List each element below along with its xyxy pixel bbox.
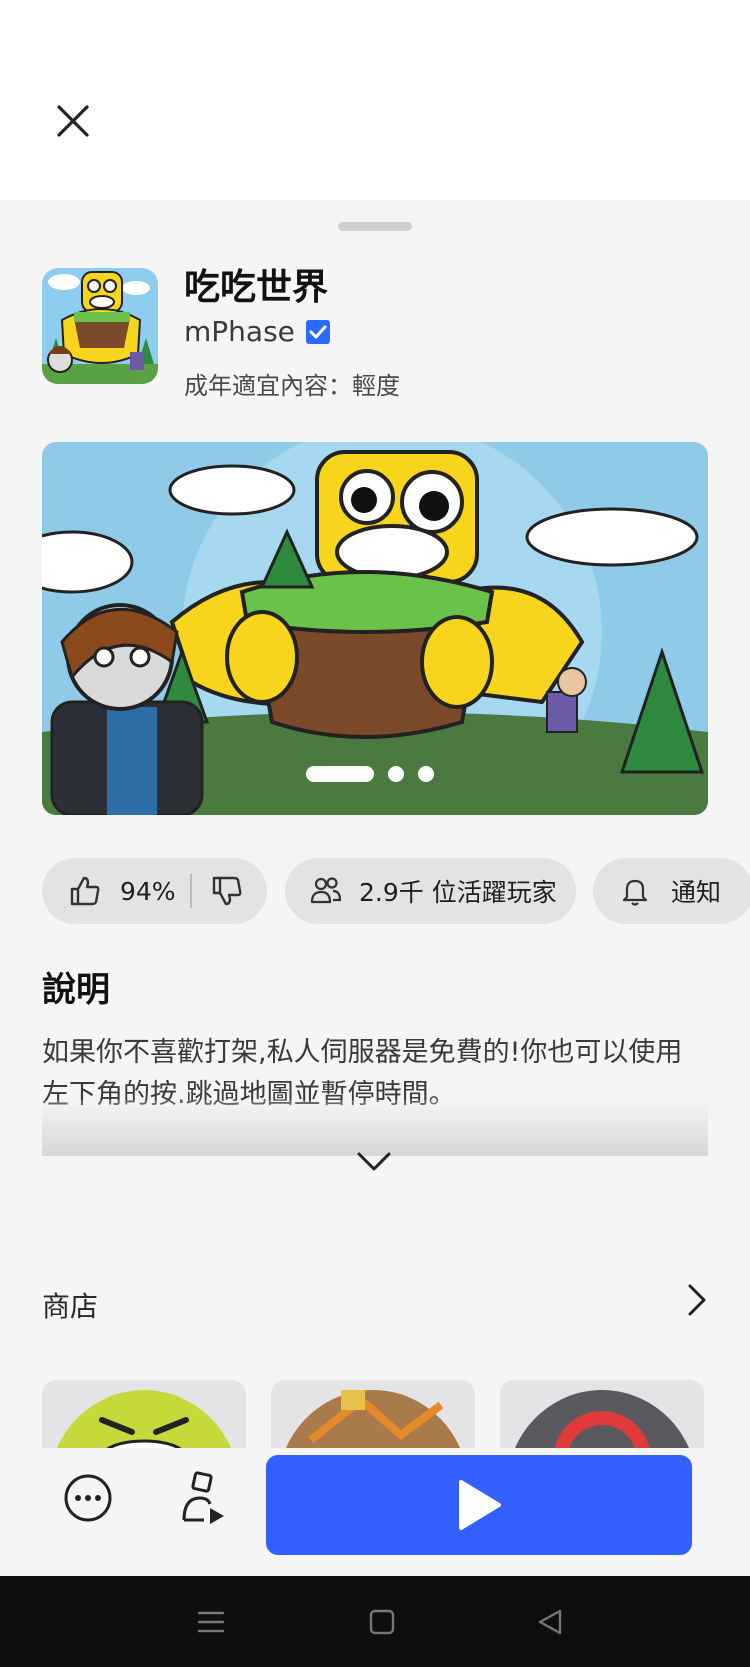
play-button[interactable] [266,1455,692,1555]
content-rating: 成年適宜內容：輕度 [184,372,400,400]
menu-icon[interactable] [193,1604,229,1640]
chevron-down-icon[interactable] [356,1150,392,1174]
close-button[interactable] [48,96,98,146]
store-item-thumbnail[interactable] [500,1380,704,1450]
more-options-icon[interactable] [62,1472,114,1524]
notify-button[interactable]: 通知 [593,858,750,924]
approval-percent: 94% [120,876,176,906]
description-heading: 說明 [42,970,110,1010]
carousel-indicator[interactable] [306,766,434,782]
store-item-thumbnail[interactable] [42,1380,246,1450]
chevron-right-icon[interactable] [684,1283,710,1317]
store-item-thumbnail[interactable] [271,1380,475,1450]
thumbs-up-icon[interactable] [68,874,102,908]
verified-badge-icon [305,319,330,344]
notify-label: 通知 [671,878,722,907]
carousel-image [42,442,708,815]
developer-row[interactable]: mPhase [184,315,331,348]
game-title: 吃吃世界 [184,267,329,308]
active-players-pill: 2.9千 位活躍玩家 [285,858,576,924]
developer-name[interactable]: mPhase [184,315,295,348]
play-icon [459,1480,501,1530]
users-icon [310,877,342,904]
top-bar [0,0,750,200]
screenshot-carousel[interactable] [42,442,708,815]
game-icon [42,268,158,384]
home-icon[interactable] [364,1604,400,1640]
vote-pill: 94% [42,858,267,924]
carousel-dot[interactable] [418,766,434,782]
avatar-play-icon[interactable] [180,1470,228,1526]
vote-divider [189,874,192,908]
back-icon[interactable] [533,1604,569,1640]
carousel-dot-active[interactable] [306,766,374,782]
description-fade [42,1100,708,1156]
thumbs-down-icon[interactable] [210,874,244,908]
sheet-drag-handle[interactable] [338,222,412,231]
close-icon [57,105,89,137]
carousel-dot[interactable] [388,766,404,782]
bell-icon [622,879,648,906]
active-players-count: 2.9千 位活躍玩家 [359,878,557,907]
store-heading[interactable]: 商店 [42,1285,98,1325]
